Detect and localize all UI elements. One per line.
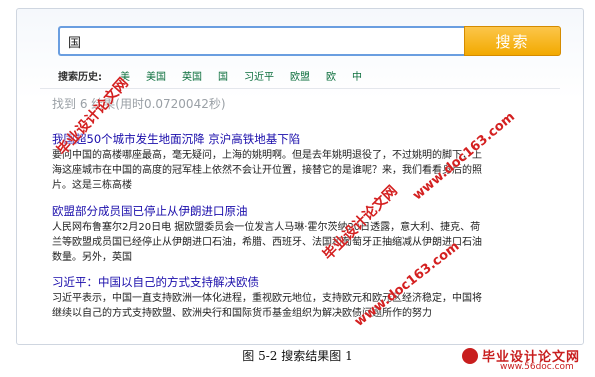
history-item[interactable]: 英国 — [182, 68, 202, 83]
search-result: 习近平：中国以自己的方式支持解决欧债 习近平表示，中国一直支持欧洲一体化进程，重… — [52, 275, 482, 321]
logo-icon — [462, 348, 478, 364]
search-input[interactable] — [60, 28, 464, 54]
result-title-link[interactable]: 习近平：中国以自己的方式支持解决欧债 — [52, 275, 482, 290]
search-input-wrapper[interactable] — [58, 26, 464, 56]
history-item[interactable]: 美国 — [146, 68, 166, 83]
search-result: 欧盟部分成员国已停止从伊朗进口原油 人民网布鲁塞尔2月20日电 据欧盟委员会一位… — [52, 204, 482, 265]
result-stats: 找到 6 结果(用时0.0720042秒) — [52, 97, 226, 111]
divider — [40, 88, 560, 89]
history-item[interactable]: 国 — [218, 68, 228, 83]
search-history-label: 搜索历史: — [58, 72, 102, 83]
history-item[interactable]: 习近平 — [244, 68, 274, 83]
brand-logo: 毕业设计论文网 www.56doc.com — [460, 344, 590, 374]
history-item[interactable]: 欧盟 — [290, 68, 310, 83]
history-item[interactable]: 中 — [352, 68, 362, 83]
history-item[interactable]: 欧 — [326, 68, 336, 83]
search-result: 我国超50个城市发生地面沉降 京沪高铁地基下陷 要问中国的高楼哪座最高，毫无疑问… — [52, 132, 482, 193]
result-title-link[interactable]: 我国超50个城市发生地面沉降 京沪高铁地基下陷 — [52, 132, 482, 147]
result-title-link[interactable]: 欧盟部分成员国已停止从伊朗进口原油 — [52, 204, 482, 219]
result-snippet: 习近平表示，中国一直支持欧洲一体化进程，重视欧元地位，支持欧元和欧元区经济稳定，… — [52, 293, 482, 319]
search-button[interactable]: 搜索 — [464, 26, 561, 56]
history-item[interactable]: 美 — [120, 68, 130, 83]
search-history: 搜索历史: 美 美国 英国 国 习近平 欧盟 欧 中 — [58, 68, 378, 83]
brand-url: www.56doc.com — [500, 362, 574, 372]
result-snippet: 要问中国的高楼哪座最高，毫无疑问，上海的姚明啊。但是去年姚明退役了，不过姚明的脚… — [52, 150, 482, 191]
result-snippet: 人民网布鲁塞尔2月20日电 据欧盟委员会一位发言人马琳·霍尔茨纳20日透露，意大… — [52, 222, 482, 263]
